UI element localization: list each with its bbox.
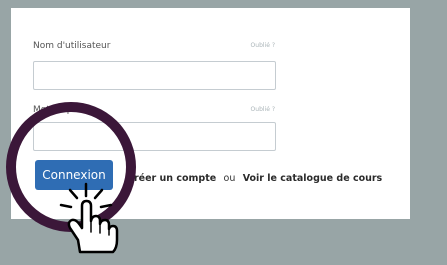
- click-highlight-overlay: [6, 102, 136, 254]
- highlight-ring: [6, 102, 136, 232]
